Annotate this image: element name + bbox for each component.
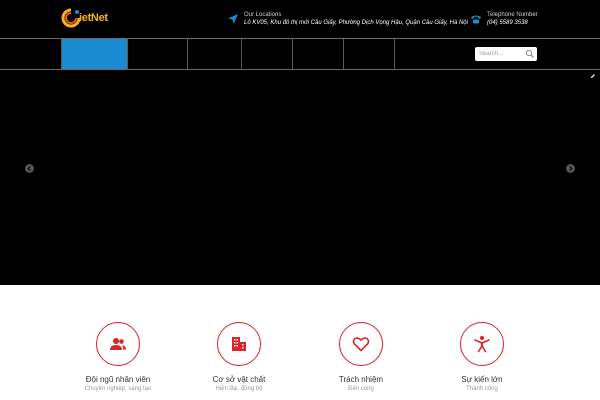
- location-label: Our Locations: [244, 12, 282, 18]
- nav-item-4[interactable]: [188, 39, 242, 69]
- slider-next-button[interactable]: [566, 164, 575, 173]
- telephone-info: Telephone Number (04) 5589 3538: [470, 11, 538, 27]
- feature-facilities: Cơ sở vật chất Hiện đại, đồng bộ: [179, 322, 299, 392]
- search-box: [475, 47, 537, 61]
- location-info: Our Locations Lô KV05, Khu đô thị mới Cầ…: [227, 11, 468, 27]
- logo[interactable]: ietNet: [61, 7, 108, 29]
- heart-icon: [352, 337, 370, 352]
- building-icon: [232, 337, 246, 351]
- nav-item-5[interactable]: [242, 39, 293, 69]
- nav-item-6[interactable]: [293, 39, 344, 69]
- telephone-value: (04) 5589 3538: [487, 20, 528, 26]
- feature-title: Cơ sở vật chất: [212, 375, 266, 384]
- edit-icon[interactable]: [590, 73, 596, 79]
- logo-text: ietNet: [79, 12, 108, 24]
- slider-prev-button[interactable]: [25, 164, 34, 173]
- features-section: Đội ngũ nhân viên Chuyên nghiệp, sáng tạ…: [0, 285, 600, 400]
- page: ietNet Our Locations Lô KV05, Khu đô thị…: [0, 0, 600, 400]
- header: ietNet Our Locations Lô KV05, Khu đô thị…: [0, 0, 600, 38]
- search-icon[interactable]: [525, 49, 535, 59]
- feature-subtitle: Chuyên nghiệp, sáng tạo: [84, 386, 152, 392]
- person-icon: [474, 336, 490, 353]
- feature-title: Đội ngũ nhân viên: [85, 375, 151, 384]
- logo-mark-icon: [61, 8, 81, 28]
- nav-item-2[interactable]: [62, 39, 128, 69]
- feature-title: Trách nhiệm: [338, 375, 384, 384]
- users-icon: [110, 338, 126, 350]
- nav-item-1[interactable]: [0, 39, 62, 69]
- telephone-icon: [471, 15, 481, 24]
- chevron-right-icon: [569, 166, 573, 171]
- hero-slider: [0, 70, 600, 285]
- feature-events: Sự kiến lớn Thành công: [422, 322, 542, 392]
- search-input[interactable]: [475, 47, 525, 61]
- main-nav: [0, 38, 600, 70]
- feature-staff: Đội ngũ nhân viên Chuyên nghiệp, sáng tạ…: [58, 322, 178, 392]
- nav-item-3[interactable]: [128, 39, 188, 69]
- feature-icon-circle: [460, 322, 504, 366]
- feature-responsibility: Trách nhiệm Đến cùng: [301, 322, 421, 392]
- feature-icon-circle: [217, 322, 261, 366]
- telephone-label: Telephone Number: [487, 12, 538, 18]
- feature-title: Sự kiến lớn: [461, 375, 503, 384]
- feature-subtitle: Hiện đại, đồng bộ: [215, 386, 263, 392]
- feature-subtitle: Thành công: [466, 386, 498, 392]
- feature-subtitle: Đến cùng: [348, 386, 374, 392]
- location-value: Lô KV05, Khu đô thị mới Cầu Giấy, Phường…: [244, 20, 468, 26]
- feature-icon-circle: [339, 322, 383, 366]
- feature-icon-circle: [96, 322, 140, 366]
- nav-item-7[interactable]: [344, 39, 395, 69]
- location-arrow-icon: [228, 14, 238, 24]
- chevron-left-icon: [27, 166, 31, 171]
